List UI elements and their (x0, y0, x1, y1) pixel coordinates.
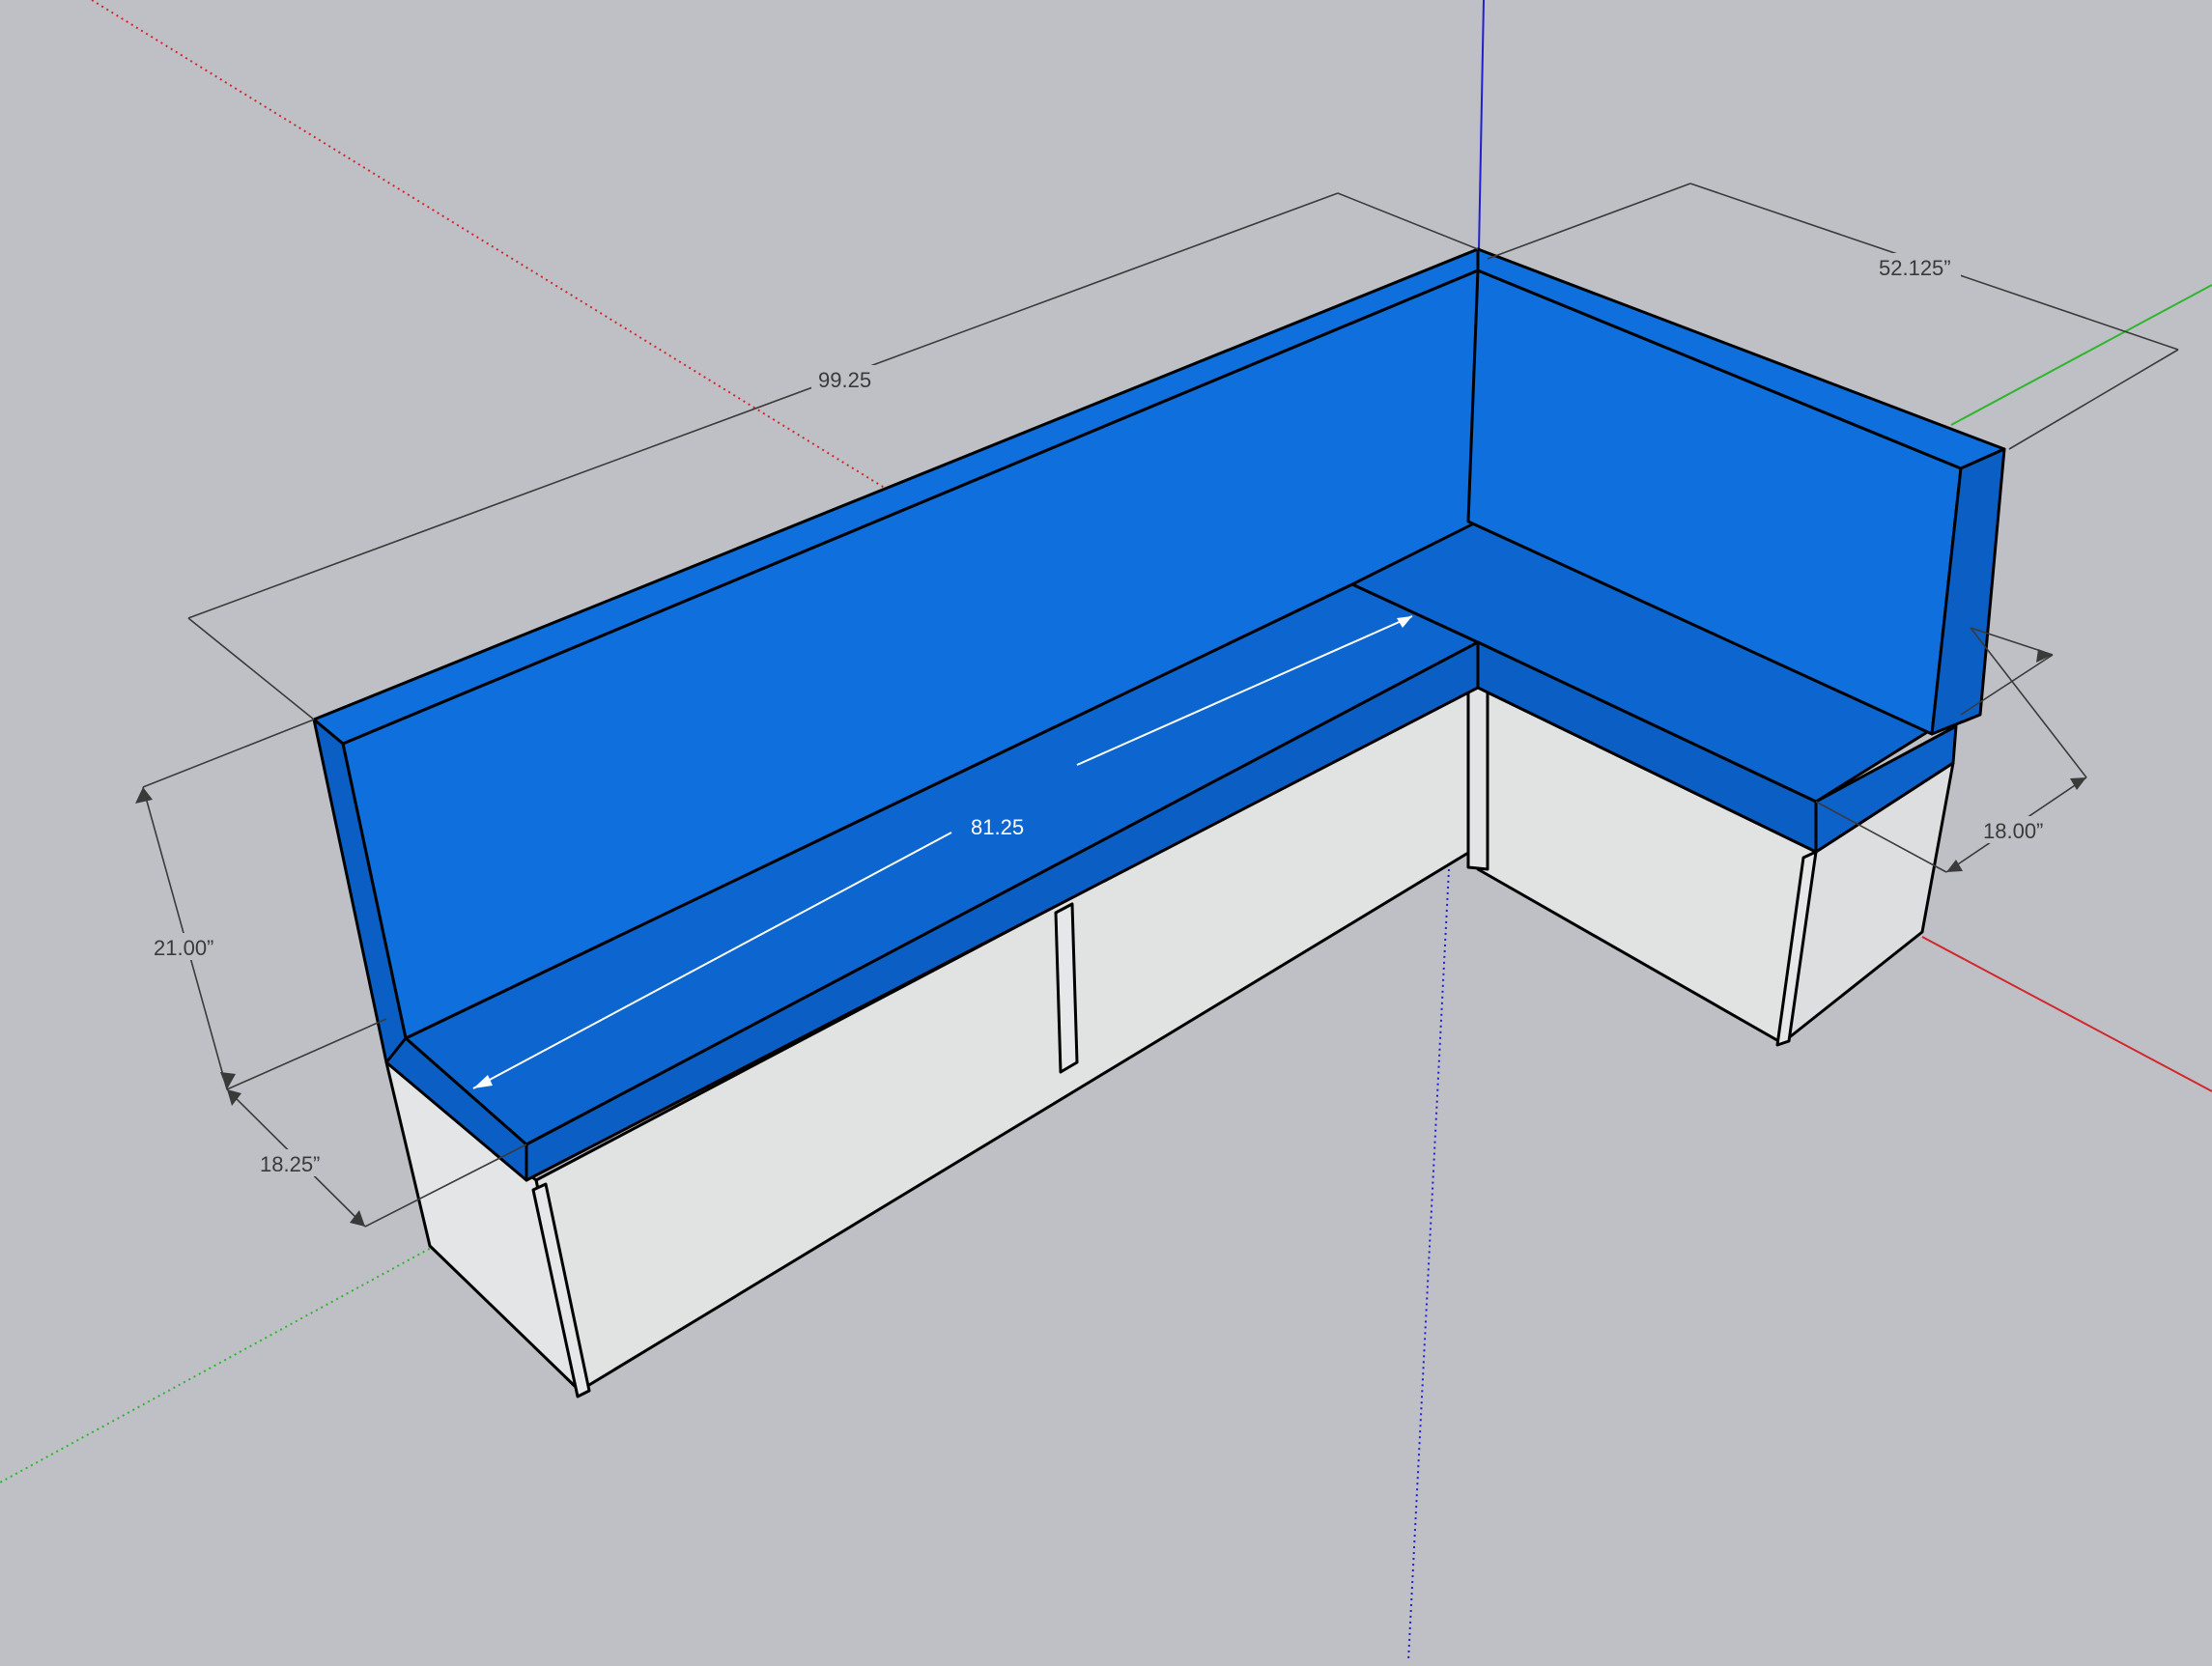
dim-overall-length-label: 99.25 (818, 368, 871, 392)
arrow-21-top (135, 787, 153, 804)
dim-seat-depth-right-label: 18.00” (1983, 819, 2043, 843)
arrow-18-top (2070, 777, 2086, 790)
dim-52-ext-right (2008, 349, 2179, 450)
scene-canvas[interactable]: 99.25 52.125” 81.25 21.00” 18.25” 18.00” (0, 0, 2212, 1662)
blue-axis-solid (1478, 0, 1485, 252)
dim-seat-length-label: 81.25 (971, 815, 1024, 839)
dim-18-ext-top (1970, 627, 2087, 778)
blue-axis-dotted (1407, 868, 1450, 1662)
green-axis-dotted (0, 1245, 436, 1483)
dim-21-ext-bottom (226, 1018, 387, 1090)
base-corner-post[interactable] (1466, 684, 1489, 871)
dim-seat-depth-left-label: 18.25” (260, 1152, 320, 1176)
red-axis-solid (1921, 936, 2212, 1092)
dim-21-ext-top (142, 719, 315, 788)
dim-short-length-label: 52.125” (1879, 256, 1951, 280)
dim-52-ext-left (1487, 183, 1691, 260)
dim-back-height-label: 21.00” (154, 936, 213, 960)
green-axis-solid (1950, 284, 2212, 426)
modeling-viewport[interactable]: 99.25 52.125” 81.25 21.00” 18.25” 18.00” (0, 0, 2212, 1662)
arrow-1825-top (227, 1089, 241, 1106)
base-left-divider[interactable] (1054, 902, 1079, 1074)
arrow-18-bottom (1946, 860, 1963, 872)
dim-99-ext-right (1337, 192, 1479, 250)
dim-99-ext-left (187, 617, 315, 720)
